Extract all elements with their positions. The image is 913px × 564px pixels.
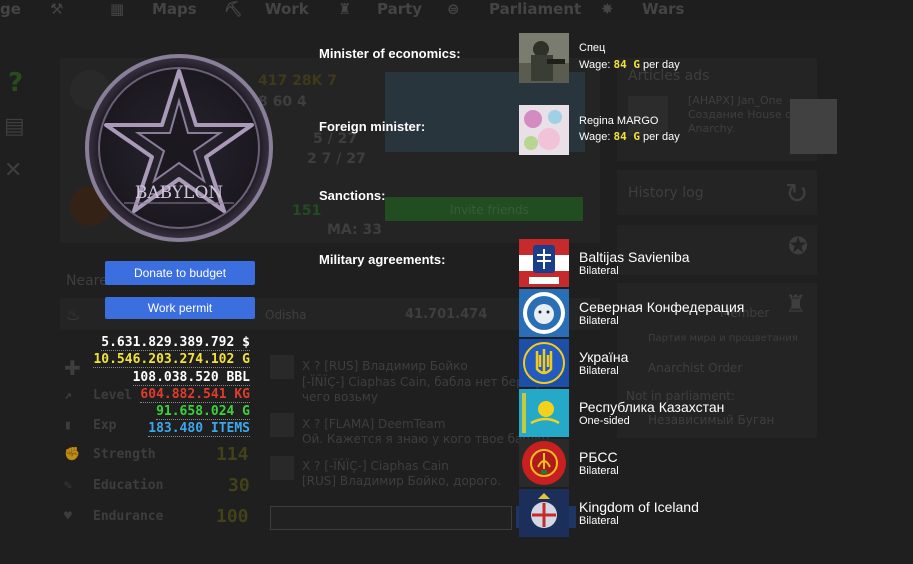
resource-ore: 604.882.541 KG xyxy=(140,387,250,403)
economics-minister-avatar[interactable] xyxy=(519,33,569,83)
foreign-minister-name[interactable]: Regina MARGO xyxy=(579,115,658,127)
resource-money: 5.631.829.389.792 $ xyxy=(101,335,250,351)
foreign-minister-avatar[interactable] xyxy=(519,105,569,155)
state-emblem: BABYLON xyxy=(85,54,273,242)
donate-budget-button[interactable]: Donate to budget xyxy=(105,261,255,285)
agreement-country[interactable]: Україна xyxy=(579,349,628,365)
resource-items: 183.480 ITEMS xyxy=(148,421,250,437)
foreign-minister-label: Foreign minister: xyxy=(319,119,426,134)
resource-green: 91.658.024 G xyxy=(156,404,250,420)
foreign-minister-wage: Wage: 84 G per day xyxy=(579,130,680,143)
economics-minister-wage: Wage: 84 G per day xyxy=(579,58,680,71)
agreement-country[interactable]: РБСС xyxy=(579,449,618,465)
agreement-country[interactable]: Baltijas Savieniba xyxy=(579,249,690,265)
flag-ukraina[interactable] xyxy=(519,339,569,387)
flag-severnaya-konfederatsiya[interactable] xyxy=(519,289,569,337)
agreement-type: Bilateral xyxy=(579,465,619,477)
sanctions-label: Sanctions: xyxy=(319,188,386,203)
emblem-name: BABYLON xyxy=(135,183,223,203)
flag-baltijas-savieniba[interactable] xyxy=(519,239,569,287)
flag-kazakhstan[interactable] xyxy=(519,389,569,437)
military-agreements-label: Military agreements: xyxy=(319,252,446,267)
state-resources: 5.631.829.389.792 $ 10.546.203.274.102 G… xyxy=(70,335,250,440)
agreement-country[interactable]: Республика Казахстан xyxy=(579,399,724,415)
resource-oil: 108.038.520 BBL xyxy=(132,370,250,386)
flag-rbss[interactable] xyxy=(519,439,569,487)
agreement-type: Bilateral xyxy=(579,265,619,277)
resource-gold: 10.546.203.274.102 G xyxy=(93,352,250,368)
agreement-country[interactable]: Северная Конфедерация xyxy=(579,299,744,315)
agreement-type: Bilateral xyxy=(579,315,619,327)
economics-minister-label: Minister of economics: xyxy=(319,46,461,61)
work-permit-button[interactable]: Work permit xyxy=(105,297,255,319)
agreement-type: Bilateral xyxy=(579,515,619,527)
agreement-country[interactable]: Kingdom of Iceland xyxy=(579,499,699,515)
agreement-type: Bilateral xyxy=(579,365,619,377)
economics-minister-name[interactable]: Спец xyxy=(579,42,605,54)
agreement-type: One-sided xyxy=(579,415,630,427)
flag-kingdom-of-iceland[interactable] xyxy=(519,489,569,537)
